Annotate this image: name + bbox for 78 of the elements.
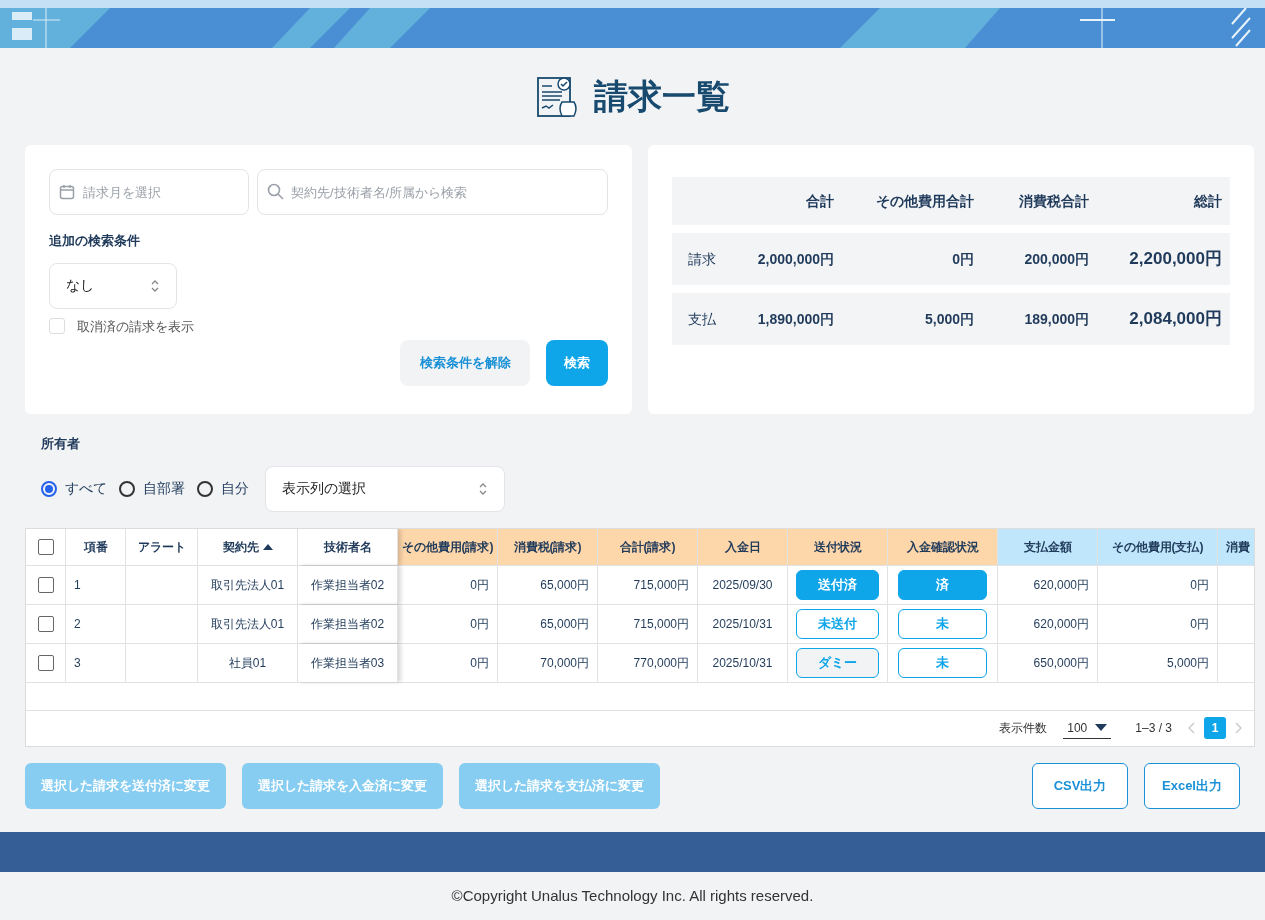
table-cell-text: 65,000円 <box>540 615 589 633</box>
summary-header: その他費用合計 <box>875 191 975 211</box>
checkbox-label: 取消済の請求を表示 <box>77 317 194 336</box>
table-cell-text: 作業担当者02 <box>310 615 385 633</box>
column-select[interactable]: 表示列の選択 <box>265 465 505 512</box>
table-cell-text: 2025/10/31 <box>712 615 773 633</box>
invoice-icon <box>535 75 578 118</box>
column-header[interactable]: 消費 <box>1218 528 1254 565</box>
table-cell-text: 0円 <box>470 576 489 594</box>
per-page-label: 表示件数 <box>999 720 1048 737</box>
table-cell-text: 65,000円 <box>540 576 589 594</box>
radio-label: すべて <box>65 479 107 498</box>
page-title: 請求一覧 <box>593 76 730 117</box>
checkbox[interactable] <box>37 576 54 593</box>
table-cell-text: 0円 <box>1190 615 1209 633</box>
table-cell-text: 0円 <box>1190 576 1209 594</box>
table-cell-text: 取引先法人01 <box>210 576 285 594</box>
keyword-search-field[interactable]: 契約先/技術者名/所属から検索 <box>257 169 608 215</box>
section-label: 追加の検索条件 <box>49 232 141 250</box>
summary-value: 189,000円 <box>1023 309 1090 329</box>
table-cell-text: 5,000円 <box>1166 654 1209 672</box>
checkbox[interactable] <box>37 538 54 555</box>
table-cell-text: 0円 <box>470 654 489 672</box>
row-number: 1 <box>74 576 81 594</box>
table-cell-text: 作業担当者02 <box>310 576 385 594</box>
table-cell-text: 0円 <box>470 615 489 633</box>
summary-header: 合計 <box>805 191 835 211</box>
summary-value: 5,000円 <box>923 309 975 329</box>
table-cell-text: 社員01 <box>228 654 267 672</box>
row-number: 3 <box>74 654 81 672</box>
row-number: 2 <box>74 615 81 633</box>
column-header[interactable]: 技術者名 <box>298 528 398 565</box>
column-header[interactable]: 入金日 <box>698 528 788 565</box>
column-header[interactable]: 支払金額 <box>998 528 1098 565</box>
table-cell-text: 715,000円 <box>633 576 689 594</box>
table-cell-text: 770,000円 <box>633 654 689 672</box>
summary-value: 1,890,000円 <box>756 309 835 329</box>
column-header[interactable]: その他費用(支払) <box>1098 528 1218 565</box>
table-cell-text: 620,000円 <box>1033 615 1089 633</box>
month-field[interactable]: 請求月を選択 <box>49 169 249 215</box>
radio-label: 自分 <box>221 479 249 498</box>
radio-label: 自部署 <box>143 479 185 498</box>
page-range: 1–3 / 3 <box>1135 720 1172 737</box>
table-cell-text: 作業担当者03 <box>310 654 385 672</box>
radio-button[interactable] <box>119 480 135 497</box>
summary-value: 2,200,000円 <box>1128 248 1223 271</box>
column-header[interactable]: 入金確認状況 <box>888 528 998 565</box>
condition-select[interactable]: なし <box>49 262 177 309</box>
column-header[interactable]: その他費用(請求) <box>398 528 498 565</box>
table-cell-text: 650,000円 <box>1033 654 1089 672</box>
summary-header: 消費税合計 <box>1018 191 1090 211</box>
owner-label: 所有者 <box>41 435 81 453</box>
radio-button[interactable] <box>41 480 57 497</box>
summary-value: 2,084,000円 <box>1128 308 1223 331</box>
summary-row-label: 支払 <box>687 309 717 329</box>
summary-value: 200,000円 <box>1023 249 1090 269</box>
search-icon <box>267 183 284 200</box>
column-header[interactable]: 合計(請求) <box>598 528 698 565</box>
table-cell-text: 70,000円 <box>540 654 589 672</box>
table-cell-text: 715,000円 <box>633 615 689 633</box>
summary-row-label: 請求 <box>687 249 717 269</box>
calendar-icon <box>59 184 75 200</box>
checkbox[interactable] <box>37 654 54 671</box>
checkbox[interactable] <box>37 615 54 632</box>
caret-icon <box>1095 724 1108 731</box>
radio-button[interactable] <box>197 480 213 497</box>
column-header[interactable]: 消費税(請求) <box>498 528 598 565</box>
table-cell-text: 2025/10/31 <box>712 654 773 672</box>
table-cell-text: 620,000円 <box>1033 576 1089 594</box>
table-cell-text: 取引先法人01 <box>210 615 285 633</box>
copyright-text: ©Copyright Unalus Technology Inc. All rights reserved. <box>451 885 814 906</box>
sort-ascending-icon <box>262 543 273 550</box>
summary-value: 0円 <box>951 249 975 269</box>
summary-value: 2,000,000円 <box>756 249 835 269</box>
column-header[interactable]: 送付状況 <box>788 528 888 565</box>
per-page-select[interactable]: 100 <box>1063 717 1112 739</box>
table-cell-text: 2025/09/30 <box>712 576 773 594</box>
summary-header: 総計 <box>1192 191 1223 211</box>
